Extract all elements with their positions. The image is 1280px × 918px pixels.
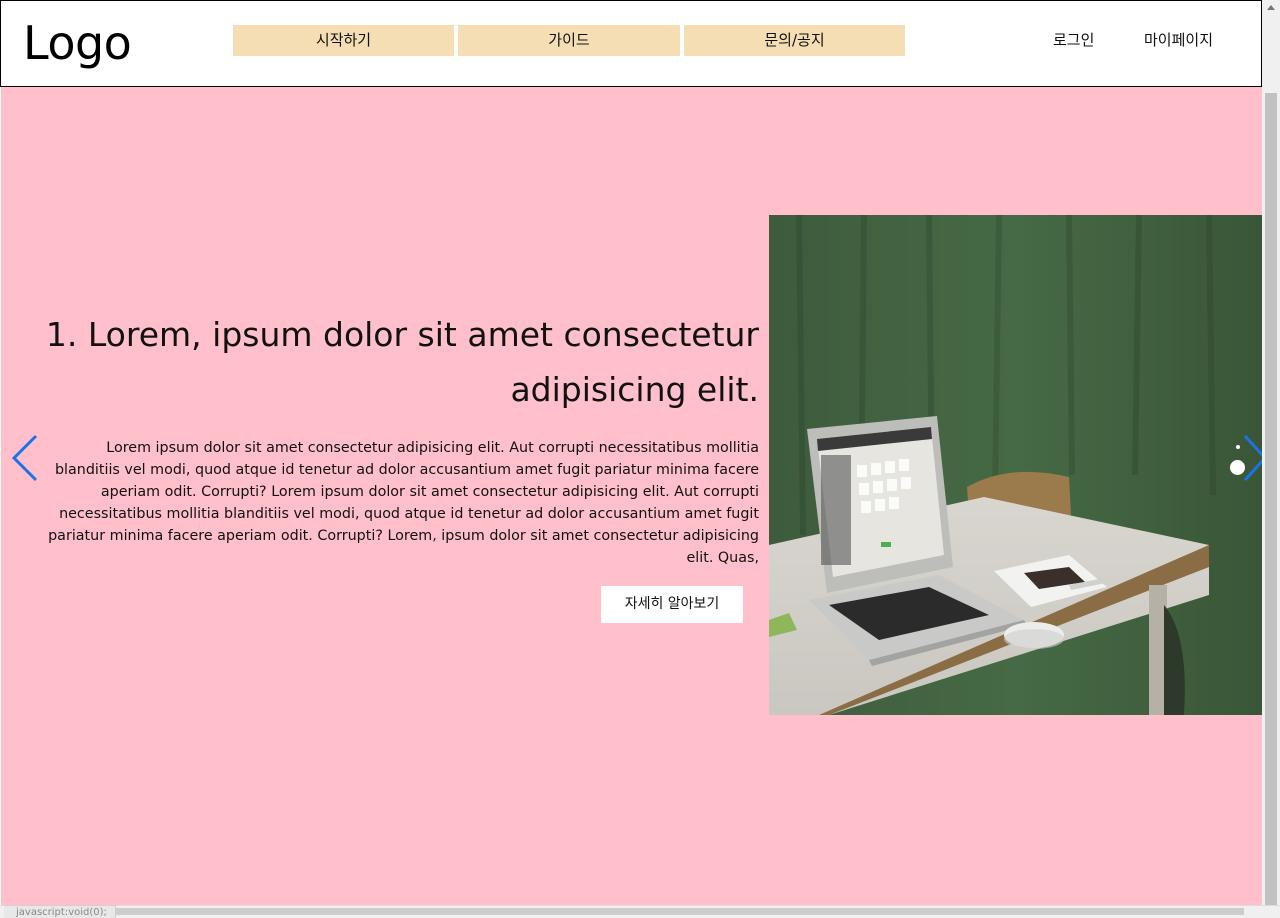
site-header: Logo 시작하기 가이드 문의/공지 로그인 마이페이지: [0, 0, 1262, 87]
pagination-dot-1[interactable]: [1236, 445, 1240, 449]
vertical-scrollbar[interactable]: [1262, 0, 1280, 905]
logo[interactable]: Logo: [23, 15, 132, 71]
chevron-left-icon: [11, 434, 38, 482]
nav-guide[interactable]: 가이드: [458, 25, 680, 56]
slide-title: 1. Lorem, ipsum dolor sit amet consectet…: [45, 315, 759, 409]
pagination-dot-2-active[interactable]: [1230, 460, 1245, 475]
slide-text-block: 1. Lorem, ipsum dolor sit amet consectet…: [41, 307, 759, 569]
mypage-link[interactable]: 마이페이지: [1144, 29, 1213, 51]
slider-prev-button[interactable]: [10, 434, 42, 482]
slide-image: [769, 215, 1262, 715]
slider-pagination: [1229, 444, 1247, 480]
nav-inquiry-notice[interactable]: 문의/공지: [684, 25, 905, 56]
status-bar-url: javascript:void(0);: [4, 905, 116, 918]
learn-more-button[interactable]: 자세히 알아보기: [601, 586, 743, 623]
horizontal-scrollbar-thumb[interactable]: [104, 908, 1244, 915]
slide-description: Lorem ipsum dolor sit amet consectetur a…: [48, 440, 759, 566]
scrollbar-thumb[interactable]: [1265, 93, 1277, 905]
scroll-up-icon[interactable]: [1262, 0, 1280, 17]
hero-slider: 1. Lorem, ipsum dolor sit amet consectet…: [1, 87, 1262, 905]
nav-start[interactable]: 시작하기: [233, 25, 454, 56]
laptop-desk-photo: [769, 215, 1262, 715]
login-link[interactable]: 로그인: [1053, 29, 1094, 51]
